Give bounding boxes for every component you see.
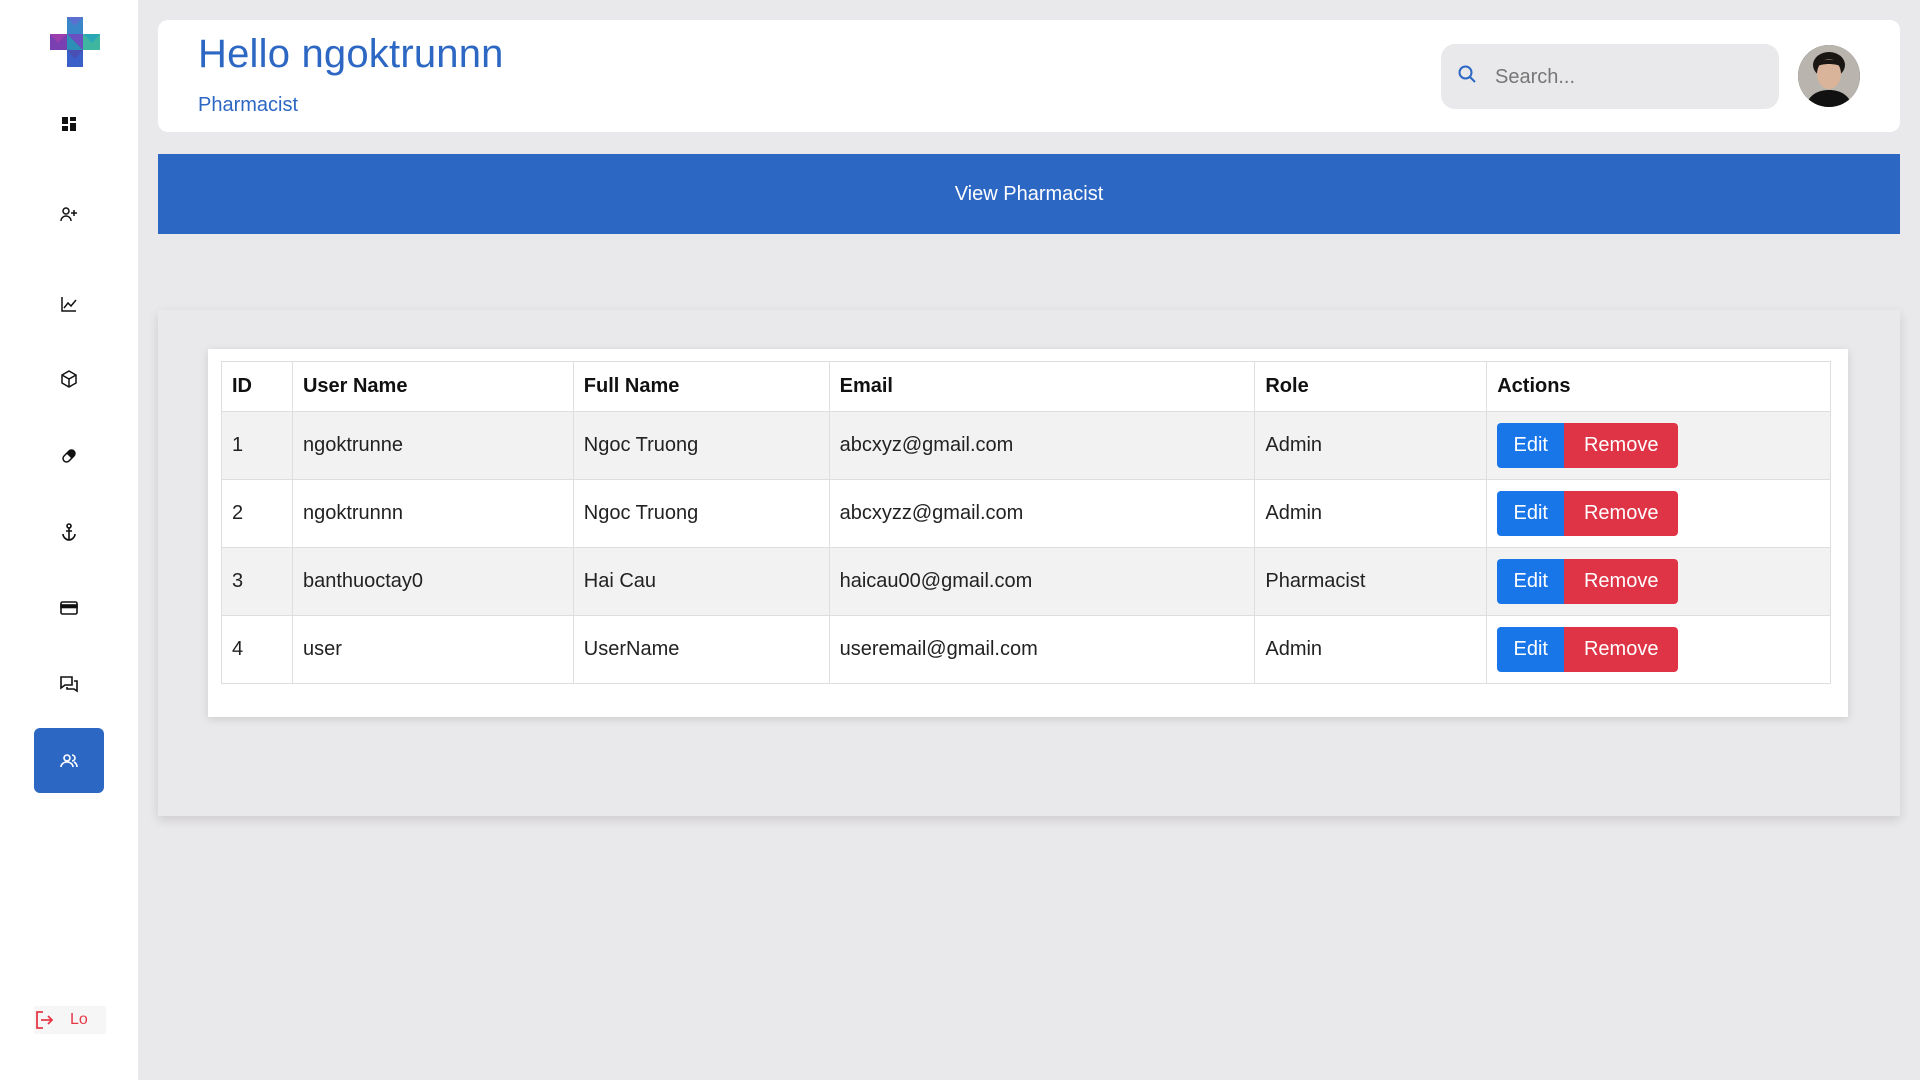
table-row: 2 ngoktrunnn Ngoc Truong abcxyzz@gmail.c… xyxy=(221,479,1831,548)
cell-role: Admin xyxy=(1254,615,1488,684)
sidebar-item-medicine[interactable] xyxy=(34,423,104,488)
cell-id: 4 xyxy=(221,615,293,684)
cell-actions: Edit Remove xyxy=(1486,479,1831,548)
cell-fullname: Ngoc Truong xyxy=(572,411,830,480)
cell-fullname: Hai Cau xyxy=(572,547,830,616)
cell-email: abcxyz@gmail.com xyxy=(828,411,1256,480)
logo-cross-icon[interactable] xyxy=(50,17,100,67)
edit-button[interactable]: Edit xyxy=(1497,491,1565,536)
cell-email: abcxyzz@gmail.com xyxy=(828,479,1256,548)
column-header-username: User Name xyxy=(291,361,574,412)
header: Hello ngoktrunnn Pharmacist xyxy=(158,20,1900,132)
cell-id: 3 xyxy=(221,547,293,616)
cell-fullname: Ngoc Truong xyxy=(572,479,830,548)
page-title: Hello ngoktrunnn xyxy=(198,32,504,76)
column-header-fullname: Full Name xyxy=(572,361,830,412)
column-header-actions: Actions xyxy=(1486,361,1831,412)
sidebar: Lo xyxy=(0,0,138,1080)
add-user-icon xyxy=(60,206,77,221)
logout-label: Lo xyxy=(70,1011,88,1028)
cell-actions: Edit Remove xyxy=(1486,615,1831,684)
content-panel: ID User Name Full Name Email Role Action… xyxy=(158,310,1900,816)
cell-username: ngoktrunnn xyxy=(291,479,574,548)
edit-button[interactable]: Edit xyxy=(1497,423,1565,468)
edit-button[interactable]: Edit xyxy=(1497,559,1565,604)
logout-button[interactable]: Lo xyxy=(34,1006,106,1034)
sidebar-item-analytics[interactable] xyxy=(34,271,104,336)
table-card: ID User Name Full Name Email Role Action… xyxy=(208,349,1848,717)
cell-email: haicau00@gmail.com xyxy=(828,547,1256,616)
cell-email: useremail@gmail.com xyxy=(828,615,1256,684)
column-header-role: Role xyxy=(1254,361,1488,412)
column-header-email: Email xyxy=(828,361,1256,412)
cell-fullname: UserName xyxy=(572,615,830,684)
section-title: View Pharmacist xyxy=(954,182,1104,205)
cell-id: 1 xyxy=(221,411,293,480)
remove-button[interactable]: Remove xyxy=(1564,491,1679,536)
table-row: 3 banthuoctay0 Hai Cau haicau00@gmail.co… xyxy=(221,547,1831,616)
sidebar-item-dashboard[interactable] xyxy=(34,91,104,156)
anchor-icon xyxy=(62,522,76,541)
cell-actions: Edit Remove xyxy=(1486,547,1831,616)
cell-role: Pharmacist xyxy=(1254,547,1488,616)
table-row: 1 ngoktrunne Ngoc Truong abcxyz@gmail.co… xyxy=(221,411,1831,480)
cell-actions: Edit Remove xyxy=(1486,411,1831,480)
credit-card-icon xyxy=(60,600,78,615)
search-input[interactable] xyxy=(1495,58,1755,96)
remove-button[interactable]: Remove xyxy=(1564,423,1679,468)
user-role: Pharmacist xyxy=(198,94,299,116)
users-icon xyxy=(60,753,78,767)
search-box xyxy=(1441,44,1779,109)
edit-button[interactable]: Edit xyxy=(1497,627,1565,672)
sidebar-item-add-user[interactable] xyxy=(34,181,104,246)
table-row: 4 user UserName useremail@gmail.com Admi… xyxy=(221,615,1831,684)
remove-button[interactable]: Remove xyxy=(1564,627,1679,672)
pharmacist-table: ID User Name Full Name Email Role Action… xyxy=(221,361,1831,684)
cell-role: Admin xyxy=(1254,411,1488,480)
sidebar-item-supplier[interactable] xyxy=(34,499,104,564)
sidebar-item-messages[interactable] xyxy=(34,651,104,716)
sidebar-item-inventory[interactable] xyxy=(34,346,104,411)
pill-icon xyxy=(62,448,76,463)
search-icon xyxy=(1458,65,1476,83)
sidebar-item-payment[interactable] xyxy=(34,575,104,640)
cell-role: Admin xyxy=(1254,479,1488,548)
cell-username: user xyxy=(291,615,574,684)
cell-id: 2 xyxy=(221,479,293,548)
section-banner: View Pharmacist xyxy=(158,154,1900,234)
cell-username: ngoktrunne xyxy=(291,411,574,480)
table-header-row: ID User Name Full Name Email Role Action… xyxy=(221,361,1831,412)
remove-button[interactable]: Remove xyxy=(1564,559,1679,604)
chart-icon xyxy=(61,296,77,312)
package-icon xyxy=(61,369,77,388)
dashboard-icon xyxy=(62,116,76,131)
sidebar-item-users[interactable] xyxy=(34,728,104,793)
chat-icon xyxy=(60,675,78,692)
cell-username: banthuoctay0 xyxy=(291,547,574,616)
logout-icon xyxy=(36,1011,54,1029)
avatar[interactable] xyxy=(1798,45,1860,107)
column-header-id: ID xyxy=(221,361,293,412)
